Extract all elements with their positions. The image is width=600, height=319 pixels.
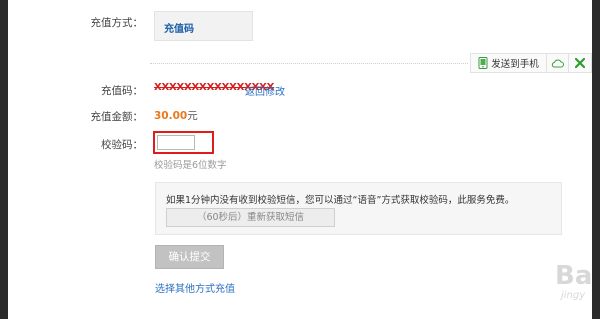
- return-edit-link[interactable]: 返回修改: [245, 83, 285, 98]
- recharge-amount: 30.00元: [154, 108, 198, 123]
- verify-highlight-box: [153, 131, 214, 154]
- resend-sms-button[interactable]: （60秒后）重新获取短信: [166, 208, 335, 227]
- watermark-logo: Ba jingy: [555, 262, 592, 301]
- left-edge-bar: [0, 0, 8, 319]
- share-toolbar: 发送到手机: [470, 53, 592, 73]
- other-method-link[interactable]: 选择其他方式充值: [155, 280, 235, 295]
- label-recharge-code: 充值码：: [101, 85, 143, 97]
- watermark-small: jingy: [561, 290, 586, 301]
- cloud-icon: [551, 59, 564, 67]
- right-edge-bar: [592, 0, 600, 319]
- phone-icon: [478, 57, 488, 69]
- verify-code-hint: 校验码是6位数字: [154, 160, 227, 171]
- divider: [150, 63, 468, 64]
- close-share-button[interactable]: [569, 54, 591, 72]
- sms-notice-text: 如果1分钟内没有收到校验短信，您可以通过“语音”方式获取校验码，此服务免费。: [166, 195, 515, 206]
- amount-number: 30.00: [154, 110, 188, 122]
- green-x-icon: [575, 58, 585, 68]
- send-to-phone-label: 发送到手机: [491, 59, 539, 70]
- label-recharge-method: 充值方式：: [90, 17, 144, 29]
- label-recharge-amount: 充值金额：: [90, 111, 144, 123]
- send-to-phone-button[interactable]: 发送到手机: [471, 54, 547, 72]
- recharge-method-option[interactable]: 充值码: [154, 11, 253, 41]
- confirm-submit-button[interactable]: 确认提交: [155, 245, 224, 269]
- recharge-method-value: 充值码: [164, 24, 194, 35]
- amount-unit: 元: [187, 110, 198, 122]
- watermark-big: Ba: [555, 261, 593, 291]
- sms-notice-box: 如果1分钟内没有收到校验短信，您可以通过“语音”方式获取校验码，此服务免费。 （…: [155, 182, 562, 235]
- verify-code-input[interactable]: [157, 135, 195, 150]
- label-verify-code: 校验码：: [101, 139, 143, 151]
- cloud-button[interactable]: [547, 54, 569, 72]
